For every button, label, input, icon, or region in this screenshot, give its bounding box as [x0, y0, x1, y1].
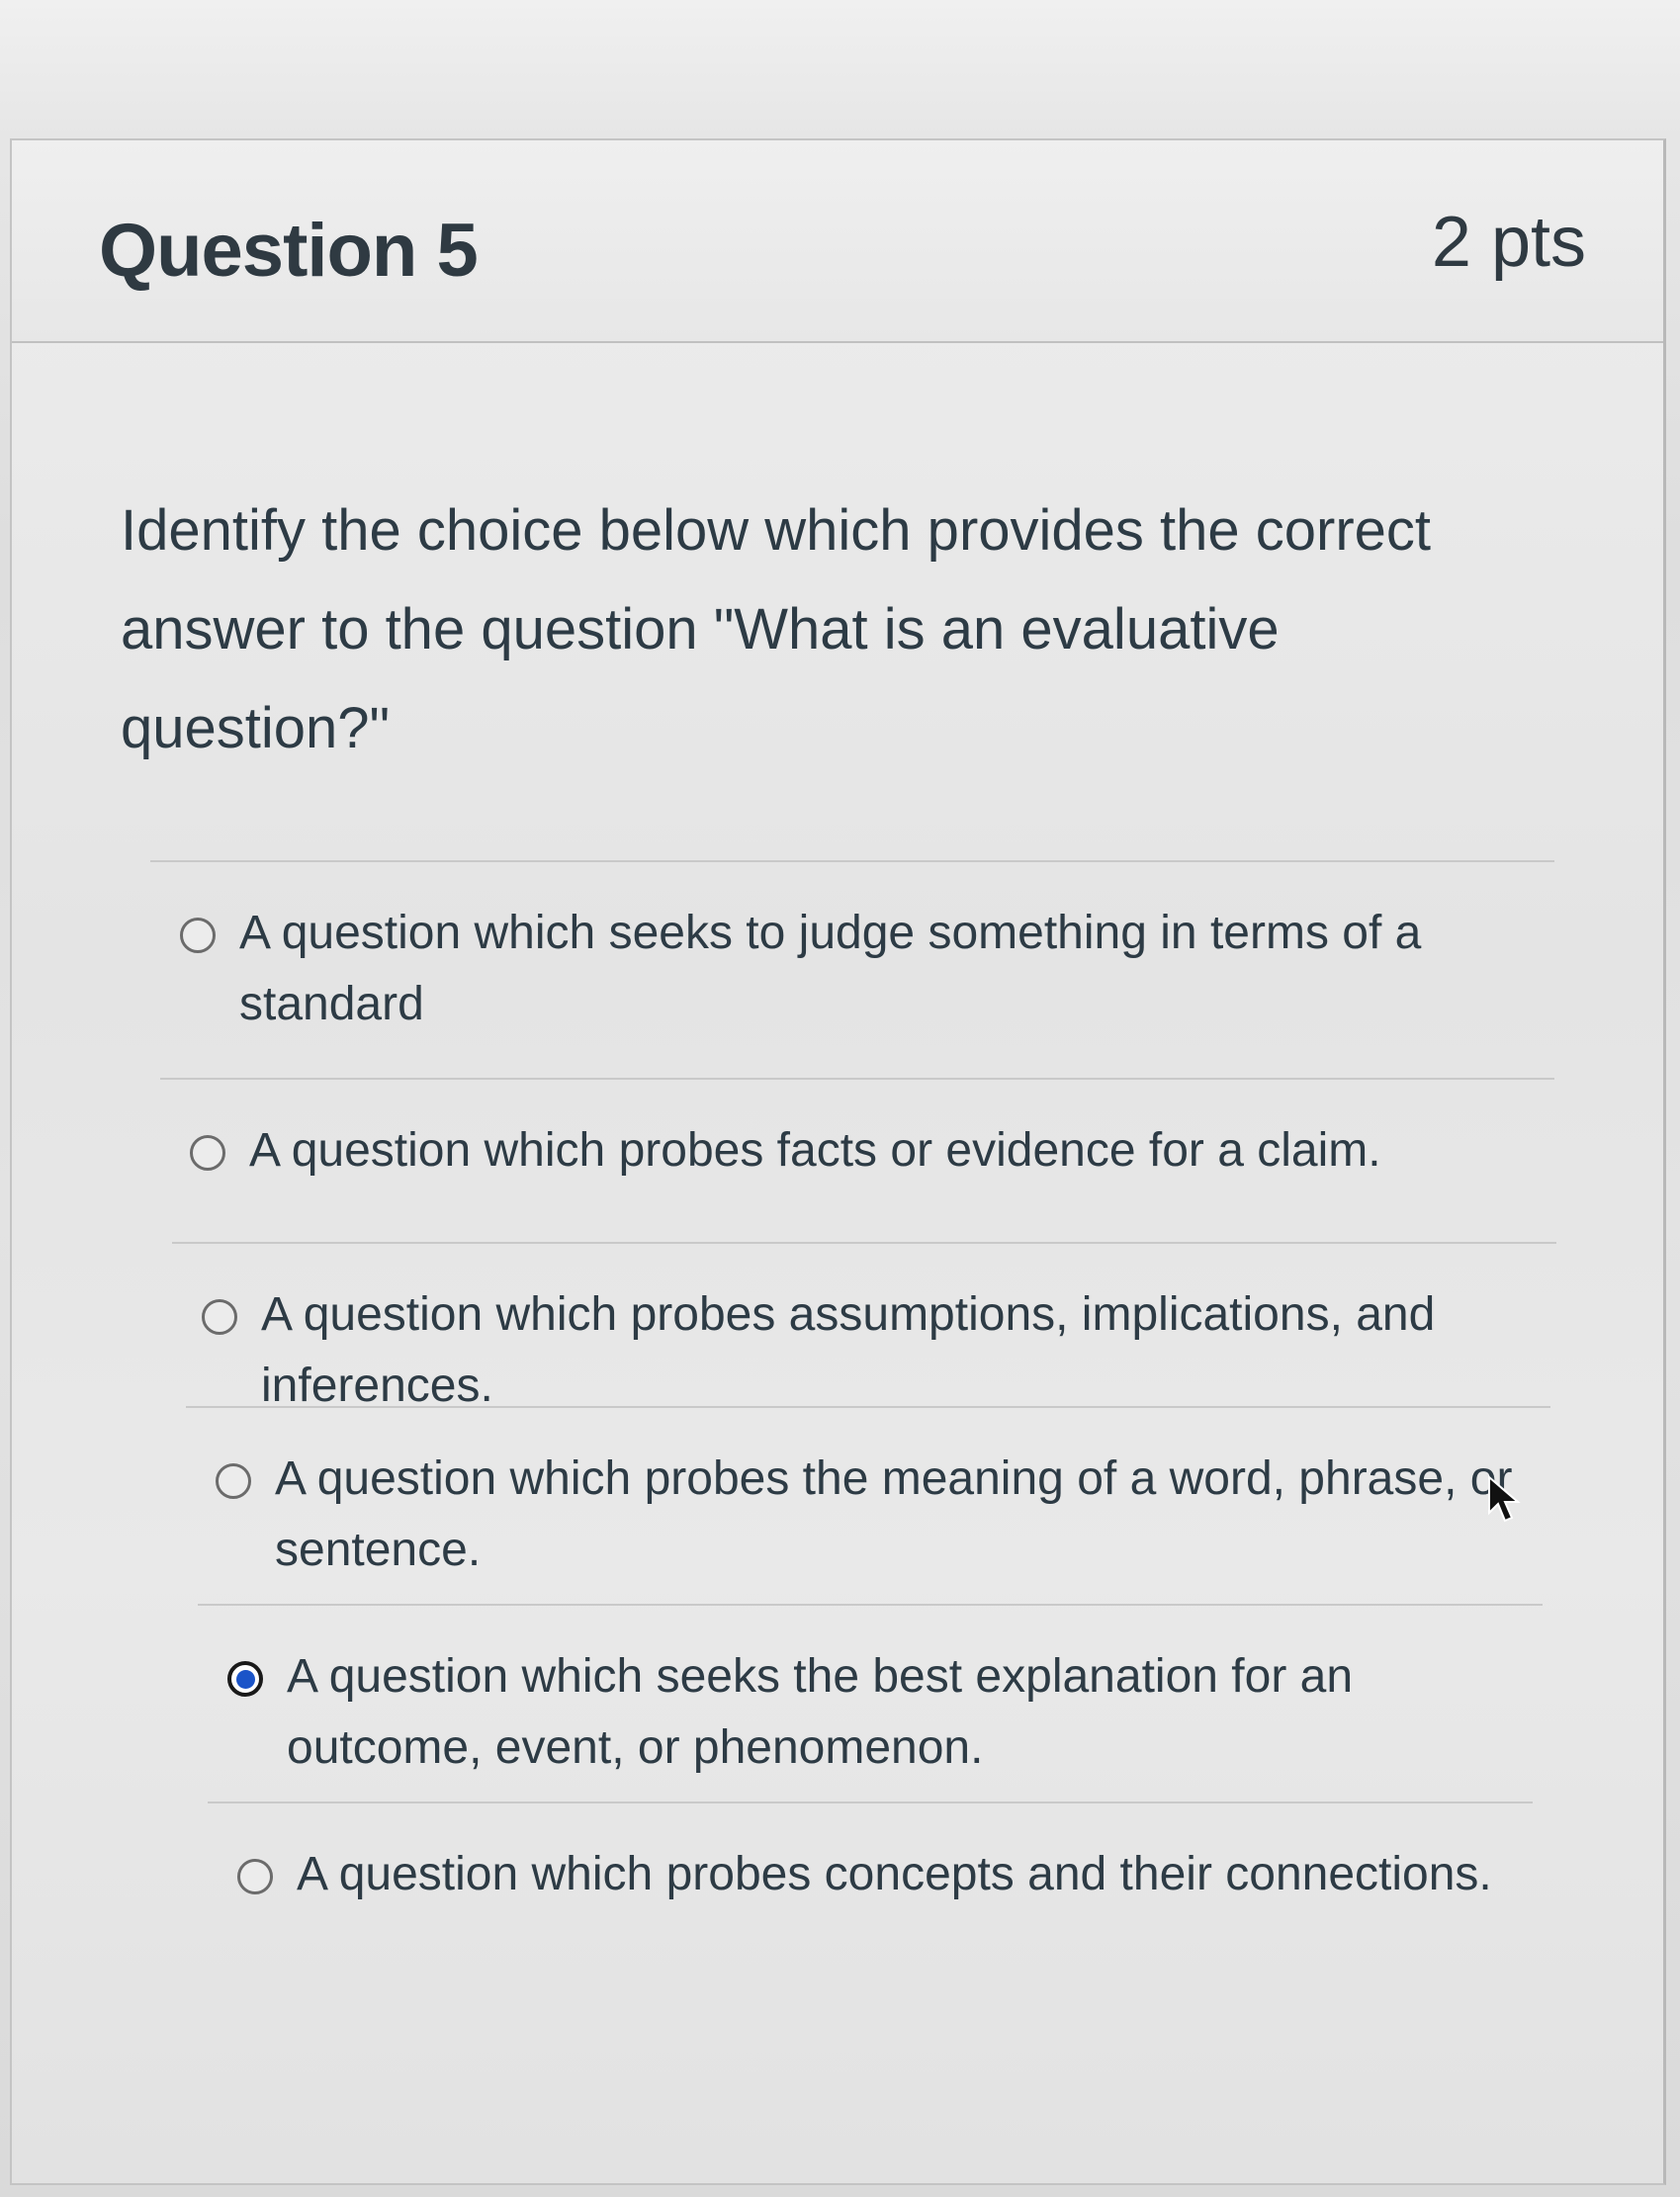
answer-option[interactable]: A question which probes assumptions, imp… — [172, 1242, 1556, 1412]
radio-button[interactable] — [237, 1859, 273, 1894]
answer-label[interactable]: A question which probes facts or evidenc… — [249, 1115, 1535, 1186]
radio-button[interactable] — [202, 1299, 237, 1335]
question-title: Question 5 — [99, 209, 479, 293]
answer-label[interactable]: A question which seeks to judge somethin… — [239, 898, 1535, 1040]
question-prompt: Identify the choice below which provides… — [121, 498, 1432, 760]
radio-button[interactable] — [180, 918, 216, 953]
answer-option[interactable]: A question which probes facts or evidenc… — [160, 1078, 1554, 1242]
question-header: Question 5 2 pts — [12, 140, 1663, 343]
screen-top-area — [0, 0, 1680, 138]
answer-option-selected[interactable]: A question which seeks the best explanat… — [198, 1604, 1543, 1802]
answer-label[interactable]: A question which seeks the best explanat… — [287, 1641, 1523, 1784]
answer-option[interactable]: A question which seeks to judge somethin… — [150, 860, 1554, 1078]
answer-list: A question which seeks to judge somethin… — [150, 860, 1556, 1966]
radio-button-selected[interactable] — [227, 1661, 263, 1697]
answer-label[interactable]: A question which probes the meaning of a… — [275, 1444, 1531, 1586]
radio-button[interactable] — [216, 1463, 251, 1499]
answer-option[interactable]: A question which probes the meaning of a… — [186, 1406, 1550, 1604]
radio-button[interactable] — [190, 1135, 225, 1171]
question-points: 2 pts — [1431, 203, 1586, 282]
mouse-pointer-icon — [1488, 1475, 1521, 1523]
answer-option[interactable]: A question which probes concepts and the… — [208, 1802, 1533, 1966]
answer-label[interactable]: A question which probes concepts and the… — [297, 1839, 1513, 1910]
answer-label[interactable]: A question which probes assumptions, imp… — [261, 1279, 1537, 1422]
question-card: Question 5 2 pts Identify the choice bel… — [10, 138, 1666, 2185]
